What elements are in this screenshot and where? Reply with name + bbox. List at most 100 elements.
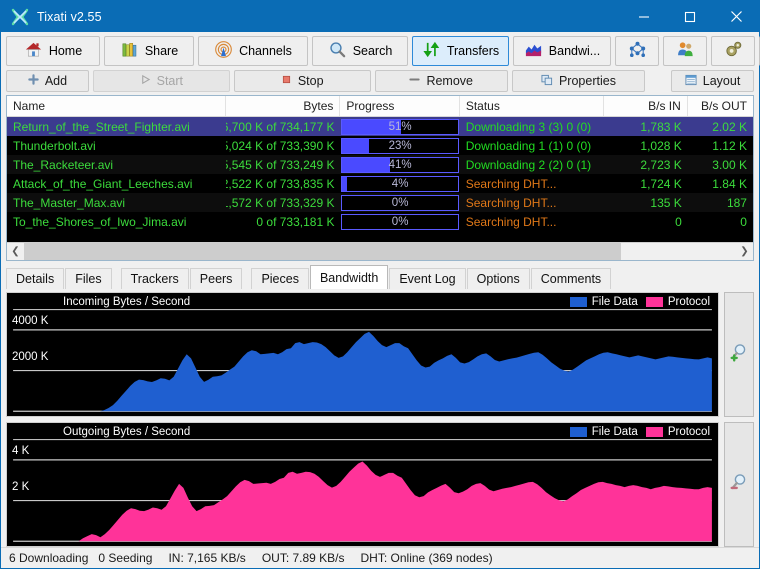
tab-event-log[interactable]: Event Log: [389, 268, 465, 289]
zoom-out-icon: [728, 471, 750, 498]
cell-bs-out: 187: [688, 193, 753, 212]
toolbar-button-peers[interactable]: [663, 36, 707, 66]
cell-status: Downloading 2 (2) 0 (1): [460, 155, 604, 174]
tab-comments[interactable]: Comments: [531, 268, 611, 289]
toolbar-button-home[interactable]: Home: [6, 36, 100, 66]
maximize-icon[interactable]: [667, 1, 713, 32]
properties-button[interactable]: Properties: [512, 70, 645, 92]
incoming-graph-row: Incoming Bytes / Second 4000 K 2000 K Fi…: [6, 292, 754, 417]
tab-peers[interactable]: Peers: [190, 268, 243, 289]
status-in-rate: IN: 7,165 KB/s: [168, 551, 245, 565]
tab-trackers[interactable]: Trackers: [121, 268, 189, 289]
tab-label: Pieces: [261, 272, 299, 286]
antenna-icon: [214, 40, 233, 62]
cell-bs-in: 0: [604, 212, 688, 231]
play-icon: [140, 74, 151, 88]
cell-name: Attack_of_the_Giant_Leeches.avi: [7, 174, 226, 193]
status-out-rate: OUT: 7.89 KB/s: [262, 551, 345, 565]
cell-name: Thunderbolt.avi: [7, 136, 226, 155]
table-row[interactable]: The_Master_Max.avi 1,572 K of 733,329 K …: [7, 193, 753, 212]
toolbar-button-network[interactable]: [615, 36, 659, 66]
toolbar-label-bandwidth: Bandwi...: [549, 44, 600, 58]
add-label: Add: [45, 74, 67, 88]
incoming-chart-legend: File Data Protocol: [570, 296, 710, 308]
window-controls: [621, 1, 759, 32]
tab-pieces[interactable]: Pieces: [251, 268, 309, 289]
chevron-right-icon[interactable]: ❯: [736, 243, 753, 260]
progress-label: 41%: [342, 158, 457, 172]
toolbar-button-share[interactable]: Share: [104, 36, 194, 66]
cell-bs-in: 1,783 K: [604, 117, 688, 136]
cell-name: The_Master_Max.avi: [7, 193, 226, 212]
outgoing-zoom-out-button[interactable]: [724, 422, 754, 547]
column-header-progress[interactable]: Progress: [340, 96, 459, 116]
toolbar-label-share: Share: [145, 44, 178, 58]
cell-bytes: 305,545 K of 733,249 K: [226, 155, 341, 174]
plus-icon: [28, 74, 39, 88]
cell-progress: 0%: [340, 212, 459, 231]
layout-button[interactable]: Layout: [671, 70, 754, 92]
tab-bandwidth[interactable]: Bandwidth: [310, 265, 388, 289]
cell-bytes: 376,700 K of 734,177 K: [226, 117, 341, 136]
stop-button[interactable]: Stop: [234, 70, 371, 92]
table-row[interactable]: To_the_Shores_of_Iwo_Jima.avi 0 of 733,1…: [7, 212, 753, 231]
cell-progress: 0%: [340, 193, 459, 212]
toolbar-button-settings[interactable]: [711, 36, 755, 66]
table-row[interactable]: Attack_of_the_Giant_Leeches.avi 32,522 K…: [7, 174, 753, 193]
toolbar-button-bandwidth[interactable]: Bandwi...: [513, 36, 611, 66]
add-button[interactable]: Add: [6, 70, 89, 92]
legend-item-protocol: Protocol: [646, 296, 710, 308]
scrollbar-thumb[interactable]: [24, 243, 621, 260]
minimize-icon[interactable]: [621, 1, 667, 32]
column-header-bytes[interactable]: Bytes: [226, 96, 340, 116]
scrollbar-track[interactable]: [621, 243, 736, 260]
cell-progress: 51%: [340, 117, 459, 136]
incoming-ytick-2000k: 2000 K: [12, 351, 48, 363]
tab-label: Event Log: [399, 272, 455, 286]
chevron-left-icon[interactable]: ❮: [7, 243, 24, 260]
tab-files[interactable]: Files: [65, 268, 111, 289]
window-title: Tixati v2.55: [37, 10, 102, 24]
cell-status: Searching DHT...: [460, 193, 604, 212]
cell-bs-in: 1,028 K: [604, 136, 688, 155]
tab-label: Details: [16, 272, 54, 286]
transfer-rows: Return_of_the_Street_Fighter.avi 376,700…: [7, 117, 753, 242]
legend-label-protocol: Protocol: [668, 426, 710, 438]
cell-bs-in: 2,723 K: [604, 155, 688, 174]
incoming-zoom-in-button[interactable]: [724, 292, 754, 417]
toolbar-button-channels[interactable]: Channels: [198, 36, 308, 66]
properties-label: Properties: [559, 74, 616, 88]
status-bar: 6 Downloading 0 Seeding IN: 7,165 KB/s O…: [1, 547, 759, 568]
remove-button[interactable]: Remove: [375, 70, 508, 92]
table-row[interactable]: The_Racketeer.avi 305,545 K of 733,249 K…: [7, 155, 753, 174]
close-icon[interactable]: [713, 1, 759, 32]
toolbar-button-search[interactable]: Search: [312, 36, 408, 66]
tab-options[interactable]: Options: [467, 268, 530, 289]
progress-label: 51%: [342, 120, 457, 134]
column-header-status[interactable]: Status: [460, 96, 604, 116]
horizontal-scrollbar[interactable]: ❮ ❯: [7, 242, 753, 260]
toolbar-button-transfers[interactable]: Transfers: [412, 36, 509, 66]
cell-status: Downloading 3 (3) 0 (0): [460, 117, 604, 136]
tab-label: Options: [477, 272, 520, 286]
legend-item-file-data: File Data: [570, 426, 638, 438]
legend-item-protocol: Protocol: [646, 426, 710, 438]
status-dht: DHT: Online (369 nodes): [361, 551, 493, 565]
cell-bytes: 32,522 K of 733,835 K: [226, 174, 341, 193]
cell-bs-out: 0: [688, 212, 753, 231]
cell-status: Searching DHT...: [460, 212, 604, 231]
tab-details[interactable]: Details: [6, 268, 64, 289]
magnifier-icon: [328, 40, 347, 62]
column-header-bs-in[interactable]: B/s IN: [604, 96, 688, 116]
layout-label: Layout: [703, 74, 741, 88]
column-header-name[interactable]: Name: [7, 96, 226, 116]
bandwidth-graphs-panel: Incoming Bytes / Second 4000 K 2000 K Fi…: [6, 292, 754, 547]
stop-square-icon: [281, 74, 292, 88]
legend-label-file-data: File Data: [592, 426, 638, 438]
cell-bytes: 175,024 K of 733,390 K: [226, 136, 341, 155]
table-row[interactable]: Return_of_the_Street_Fighter.avi 376,700…: [7, 117, 753, 136]
column-header-bs-out[interactable]: B/s OUT: [688, 96, 753, 116]
legend-swatch-file-data: [570, 297, 587, 307]
start-button[interactable]: Start: [93, 70, 230, 92]
table-row[interactable]: Thunderbolt.avi 175,024 K of 733,390 K 2…: [7, 136, 753, 155]
